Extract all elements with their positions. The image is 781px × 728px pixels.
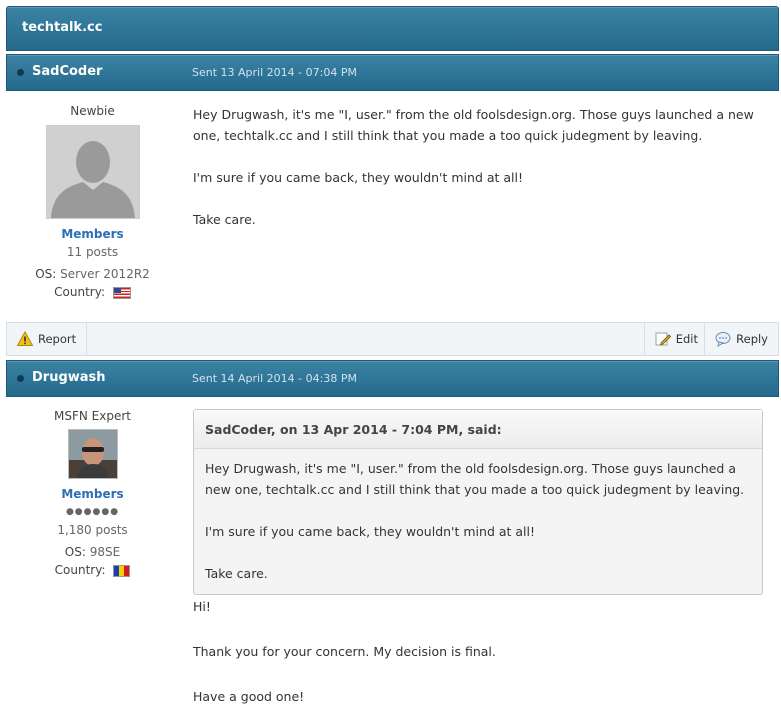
author-info-panel: MSFN Expert Members ●●●●●● 1,180 posts O… — [6, 409, 179, 577]
post-action-toolbar: Report Edit Reply — [6, 322, 779, 356]
avatar[interactable] — [45, 125, 140, 219]
warning-icon — [16, 330, 34, 347]
quote-paragraph: Hey Drugwash, it's me "I, user." from th… — [205, 461, 745, 497]
post-date: Sent 14 April 2014 - 04:38 PM — [192, 372, 357, 385]
country-label: Country: — [54, 563, 106, 577]
country-label: Country: — [54, 285, 105, 299]
post-header: SadCoder Sent 13 April 2014 - 07:04 PM — [6, 54, 779, 91]
post-author-name[interactable]: Drugwash — [32, 370, 106, 385]
quote-block: SadCoder, on 13 Apr 2014 - 7:04 PM, said… — [193, 409, 763, 595]
os-value: 98SE — [89, 545, 121, 559]
site-header-bar: techtalk.cc — [6, 6, 779, 51]
os-label: OS: — [35, 267, 57, 281]
user-photo-icon — [68, 430, 117, 478]
os-value: Server 2012R2 — [60, 267, 150, 281]
us-flag-icon — [112, 286, 131, 299]
site-title[interactable]: techtalk.cc — [22, 20, 102, 35]
post-count: 1,180 posts — [57, 523, 128, 537]
romania-flag-icon — [113, 564, 131, 577]
os-info: OS: 98SE — [6, 545, 179, 559]
os-label: OS: — [64, 545, 86, 559]
post-paragraph: Thank you for your concern. My decision … — [193, 644, 496, 659]
post-body: Hey Drugwash, it's me "I, user." from th… — [193, 104, 763, 251]
member-group-link[interactable]: Members — [6, 487, 179, 501]
quote-paragraph: I'm sure if you came back, they wouldn't… — [205, 524, 535, 539]
os-info: OS: Server 2012R2 — [6, 267, 179, 281]
post-header: Drugwash Sent 14 April 2014 - 04:38 PM — [6, 360, 779, 397]
edit-icon — [655, 331, 671, 347]
post-paragraph: Hi! — [193, 599, 211, 614]
reply-bubble-icon — [715, 331, 731, 348]
post-author-name[interactable]: SadCoder — [32, 64, 102, 79]
member-group-link[interactable]: Members — [6, 227, 179, 241]
quote-header[interactable]: SadCoder, on 13 Apr 2014 - 7:04 PM, said… — [194, 410, 762, 449]
post-count: 11 posts — [66, 245, 119, 259]
post-body: Hi! Thank you for your concern. My decis… — [193, 596, 763, 728]
quote-paragraph: Take care. — [205, 566, 268, 581]
member-rank: Newbie — [70, 104, 115, 118]
post-date: Sent 13 April 2014 - 07:04 PM — [192, 66, 357, 79]
reputation-pips-icon: ●●●●●● — [65, 507, 120, 517]
member-rank: MSFN Expert — [54, 409, 131, 423]
default-user-icon — [46, 126, 139, 218]
report-label: Report — [38, 332, 77, 346]
country-info: Country: — [6, 563, 179, 577]
post-paragraph: Have a good one! — [193, 689, 305, 704]
post-paragraph: Hey Drugwash, it's me "I, user." from th… — [193, 107, 754, 143]
report-button[interactable]: Report — [7, 323, 88, 355]
reply-label: Reply — [736, 332, 768, 346]
post-paragraph: Take care. — [193, 212, 256, 227]
online-status-icon — [17, 375, 24, 382]
country-info: Country: — [6, 285, 179, 299]
avatar[interactable] — [67, 429, 118, 479]
quote-body: Hey Drugwash, it's me "I, user." from th… — [194, 449, 762, 614]
online-status-icon — [17, 69, 24, 76]
post-paragraph: I'm sure if you came back, they wouldn't… — [193, 170, 523, 185]
edit-label: Edit — [675, 332, 698, 346]
reply-button[interactable]: Reply — [704, 323, 778, 355]
author-info-panel: Newbie Members 11 posts OS: Server 2012R… — [6, 104, 179, 299]
edit-button[interactable]: Edit — [643, 323, 708, 355]
